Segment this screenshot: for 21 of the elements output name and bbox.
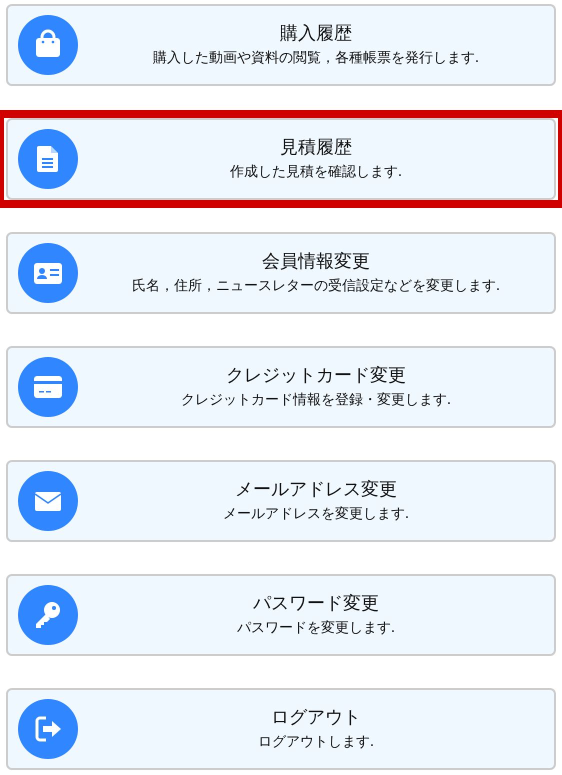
card-title: ログアウト (271, 706, 361, 728)
menu-card[interactable]: パスワード変更 パスワードを変更します. (6, 574, 556, 656)
card-title: パスワード変更 (253, 592, 379, 614)
menu-card[interactable]: メールアドレス変更 メールアドレスを変更します. (6, 460, 556, 542)
card-description: 氏名，住所，ニュースレターの受信設定などを変更します. (132, 278, 500, 296)
card-title: クレジットカード変更 (226, 364, 406, 386)
menu-card[interactable]: 購入履歴 購入した動画や資料の閲覧，各種帳票を発行します. (6, 4, 556, 86)
menu-card[interactable]: ログアウト ログアウトします. (6, 688, 556, 770)
card-description: パスワードを変更します. (236, 620, 396, 638)
card-description: 購入した動画や資料の閲覧，各種帳票を発行します. (152, 50, 480, 68)
card-description: クレジットカード情報を登録・変更します. (180, 392, 452, 410)
card-title: 会員情報変更 (262, 250, 370, 272)
menu-card[interactable]: 会員情報変更 氏名，住所，ニュースレターの受信設定などを変更します. (6, 232, 556, 314)
menu-card[interactable]: 見積履歴 作成した見積を確認します. (6, 118, 556, 200)
card-title: 購入履歴 (280, 22, 352, 44)
card-description: メールアドレスを変更します. (222, 506, 410, 524)
card-title: 見積履歴 (280, 136, 352, 158)
card-description: 作成した見積を確認します. (230, 164, 402, 182)
card-title: メールアドレス変更 (235, 478, 397, 500)
card-description: ログアウトします. (258, 734, 374, 752)
menu-card[interactable]: クレジットカード変更 クレジットカード情報を登録・変更します. (6, 346, 556, 428)
